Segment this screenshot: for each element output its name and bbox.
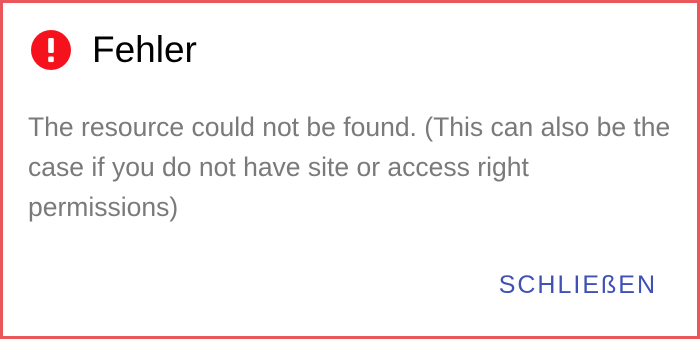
error-dialog: Fehler The resource could not be found. …	[0, 0, 700, 339]
alert-circle-icon	[30, 29, 72, 71]
dialog-title: Fehler	[92, 29, 197, 70]
close-button[interactable]: SCHLIEßEN	[499, 266, 657, 304]
dialog-header: Fehler	[30, 29, 197, 71]
dialog-message: The resource could not be found. (This c…	[28, 112, 671, 222]
